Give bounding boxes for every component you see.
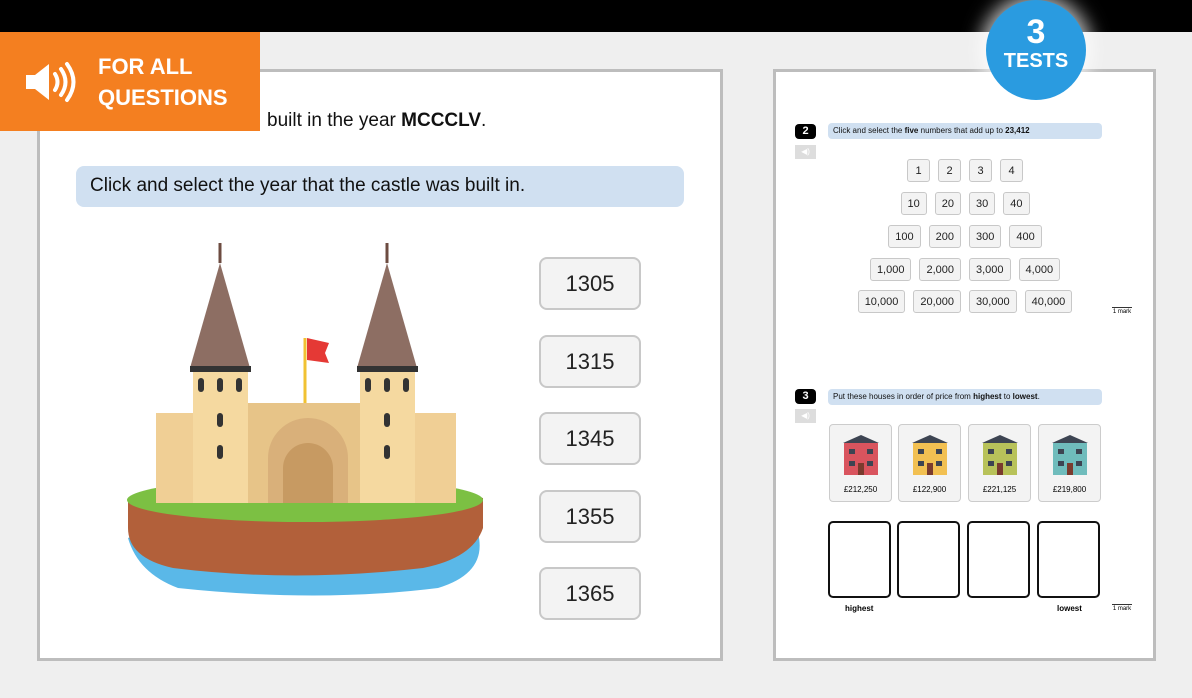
house-price: £212,250: [843, 485, 878, 494]
year-option-button[interactable]: 1365: [539, 567, 641, 620]
drop-slot[interactable]: [897, 521, 960, 598]
house-card[interactable]: £221,125: [968, 424, 1031, 502]
number-button[interactable]: 2,000: [919, 258, 961, 281]
number-row: 10,000 20,000 30,000 40,000: [830, 290, 1100, 313]
number-button[interactable]: 4,000: [1018, 258, 1061, 281]
number-button[interactable]: 20: [934, 192, 961, 215]
lowest-label: lowest: [1057, 604, 1082, 613]
drop-slot[interactable]: [828, 521, 891, 598]
question-2-mark: 1 mark: [1112, 307, 1132, 315]
number-row: 10 20 30 40: [830, 192, 1100, 215]
number-button[interactable]: 30: [969, 192, 996, 215]
year-option-button[interactable]: 1355: [539, 490, 641, 543]
number-button[interactable]: 3: [969, 159, 992, 182]
q3-text: Put these houses in order of price from: [833, 392, 974, 401]
number-button[interactable]: 4: [1000, 159, 1023, 182]
q3-bold2: lowest: [1012, 392, 1038, 401]
question-text-end: .: [481, 110, 487, 131]
year-option-button[interactable]: 1305: [539, 257, 641, 310]
year-option-button[interactable]: 1315: [539, 335, 641, 388]
house-card[interactable]: £212,250: [829, 424, 892, 502]
number-button[interactable]: 100: [888, 225, 921, 248]
q3-text-mid: to: [1001, 392, 1013, 401]
drop-slot[interactable]: [1037, 521, 1100, 598]
roman-numeral: MCCCLV: [401, 110, 481, 131]
number-button[interactable]: 1,000: [869, 258, 912, 281]
drop-slot[interactable]: [967, 521, 1030, 598]
number-button[interactable]: 10: [900, 192, 927, 215]
highest-label: highest: [845, 604, 874, 613]
speaker-icon: ◀): [801, 411, 810, 420]
q3-text-end: .: [1037, 392, 1040, 401]
number-row: 1234: [830, 159, 1100, 182]
q2-text-mid: numbers that add up to: [918, 126, 1006, 135]
house-icon: [842, 435, 879, 475]
badge-line2: QUESTIONS: [98, 84, 228, 110]
instruction-bar: Click and select the year that the castl…: [76, 166, 684, 207]
q2-bold1: five: [904, 126, 919, 135]
number-button[interactable]: 2: [938, 159, 961, 182]
castle-image: [127, 243, 483, 596]
question-3-instruction: Put these houses in order of price from …: [828, 389, 1102, 405]
house-price: £122,900: [912, 485, 947, 494]
number-button[interactable]: 20,000: [913, 290, 961, 313]
house-icon: [1051, 435, 1088, 475]
question-2-instruction: Click and select the five numbers that a…: [828, 123, 1102, 139]
house-price: £221,125: [982, 485, 1017, 494]
q3-bold1: highest: [973, 392, 1002, 401]
year-option-button[interactable]: 1345: [539, 412, 641, 465]
number-button[interactable]: 3,000: [969, 258, 1011, 281]
q2-text: Click and select the: [833, 126, 905, 135]
question-2-audio-button[interactable]: ◀): [795, 145, 816, 159]
number-row: 100 200 300 400: [830, 225, 1100, 248]
number-button[interactable]: 10,000: [857, 290, 906, 313]
question-2-number: 2: [795, 124, 816, 139]
tests-badge: 3 TESTS: [986, 0, 1086, 100]
question-text-main: built in the year: [267, 110, 402, 131]
number-button[interactable]: 300: [969, 225, 1002, 248]
speaker-icon: ◀): [801, 147, 810, 156]
number-button[interactable]: 1: [907, 159, 930, 182]
house-card[interactable]: £219,800: [1038, 424, 1101, 502]
house-card[interactable]: £122,900: [898, 424, 961, 502]
tests-count: 3: [1026, 13, 1046, 51]
house-icon: [981, 435, 1018, 475]
number-button[interactable]: 30,000: [969, 290, 1017, 313]
house-icon: [911, 435, 948, 475]
number-row: 1,000 2,000 3,000 4,000: [830, 258, 1100, 281]
badge-line1: FOR ALL: [98, 53, 193, 79]
question-3-mark: 1 mark: [1112, 604, 1132, 612]
number-button[interactable]: 200: [928, 225, 961, 248]
audio-for-all-questions-badge[interactable]: FOR ALL QUESTIONS: [0, 32, 260, 131]
question-text: built in the year MCCCLV.: [267, 110, 486, 132]
house-price: £219,800: [1052, 485, 1087, 494]
speaker-icon: [26, 61, 76, 102]
number-button[interactable]: 400: [1009, 225, 1042, 248]
question-3-audio-button[interactable]: ◀): [795, 409, 816, 423]
number-button[interactable]: 40: [1003, 192, 1030, 215]
q2-bold2: 23,412: [1005, 126, 1030, 135]
tests-label: TESTS: [1003, 50, 1069, 72]
question-3-number: 3: [795, 389, 816, 404]
number-button[interactable]: 40,000: [1024, 290, 1073, 313]
